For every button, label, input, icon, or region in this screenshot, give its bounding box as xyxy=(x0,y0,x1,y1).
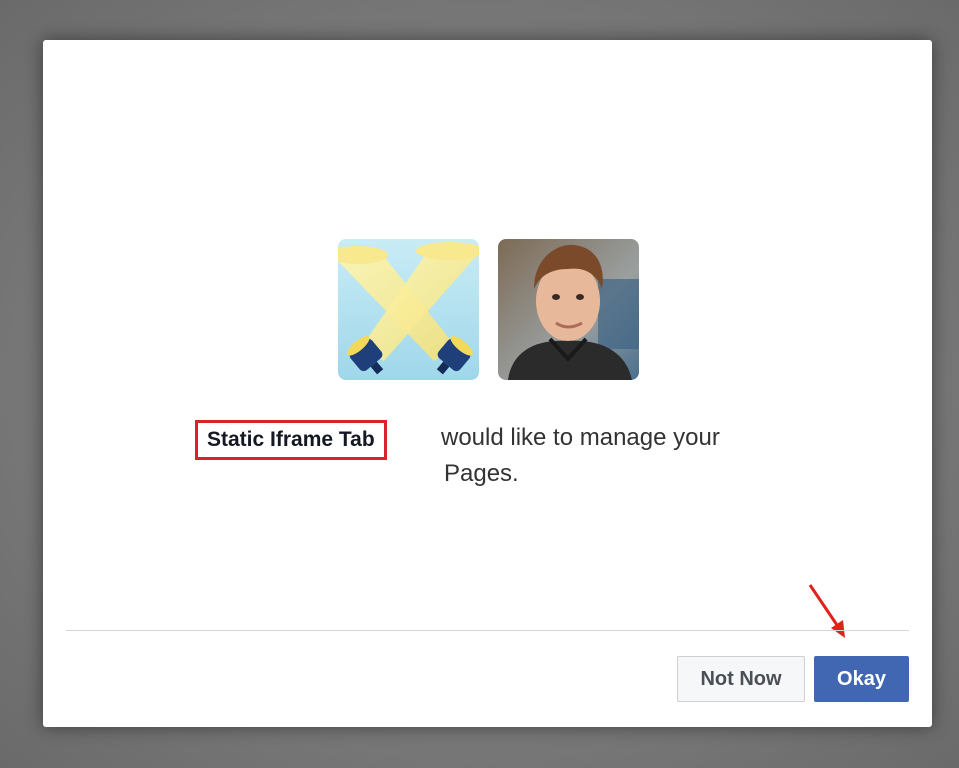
app-name[interactable]: Static Iframe Tab xyxy=(195,420,387,460)
footer-divider xyxy=(66,630,909,631)
message-text-line1: would like to manage your xyxy=(441,424,720,451)
arrow-icon xyxy=(808,584,845,638)
app-and-user-images xyxy=(338,239,640,381)
permission-dialog: Static Iframe Tab would like to manage y… xyxy=(43,40,932,727)
spotlights-icon xyxy=(338,239,479,380)
not-now-button[interactable]: Not Now xyxy=(677,656,805,702)
okay-button[interactable]: Okay xyxy=(814,656,909,702)
message-text-line2: Pages. xyxy=(444,460,519,487)
user-avatar xyxy=(498,239,639,380)
